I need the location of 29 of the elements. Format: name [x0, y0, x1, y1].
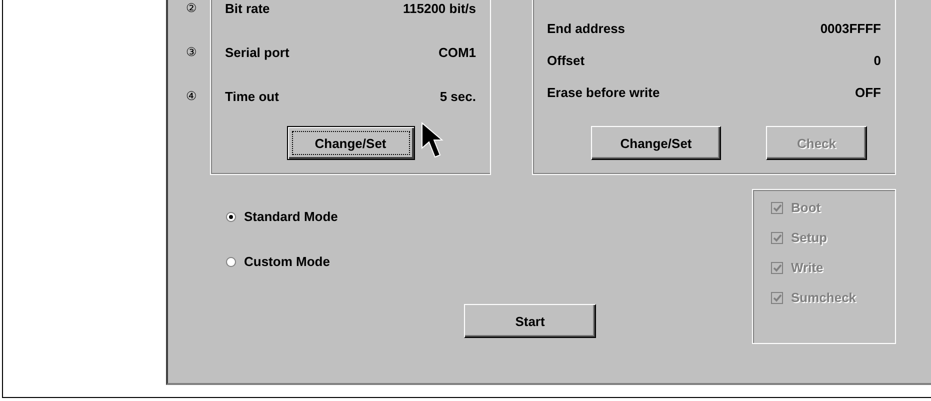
setting-label: Erase before write: [547, 84, 660, 100]
change-set-button[interactable]: Change/Set: [591, 126, 721, 160]
checkmark-icon: [772, 264, 782, 272]
mode-label: Custom Mode: [244, 254, 330, 269]
setting-label: Time out: [225, 88, 279, 104]
setting-label: Serial port: [225, 44, 290, 60]
change-set-button[interactable]: Change/Set: [286, 126, 414, 160]
mode-label: Standard Mode: [244, 209, 338, 224]
setting-value: 5 sec.: [440, 88, 476, 104]
mouse-pointer-icon: [420, 122, 444, 158]
checkmark-icon: [772, 234, 782, 242]
setting-value: COM1: [438, 44, 476, 60]
setting-value: OFF: [855, 84, 881, 100]
setting-label: Bit rate: [225, 0, 270, 16]
radio-indicator[interactable]: [226, 256, 236, 266]
setting-value: 0003FFFF: [820, 20, 881, 36]
checkmark-icon: [772, 294, 782, 302]
start-button[interactable]: Start: [464, 304, 596, 338]
setting-label: End address: [547, 20, 626, 36]
radio-indicator[interactable]: [226, 212, 236, 222]
mode-radio[interactable]: Standard Mode: [226, 209, 464, 224]
step-number: ④: [186, 88, 198, 105]
setting-value: 115200 bit/s: [403, 0, 476, 16]
setting-label: Offset: [547, 52, 585, 68]
checkmark-icon: [772, 204, 782, 212]
mode-radio[interactable]: Custom Mode: [226, 254, 464, 269]
step-number: ③: [186, 44, 198, 61]
step-number: ②: [186, 0, 198, 17]
setting-value: 0: [874, 52, 881, 68]
